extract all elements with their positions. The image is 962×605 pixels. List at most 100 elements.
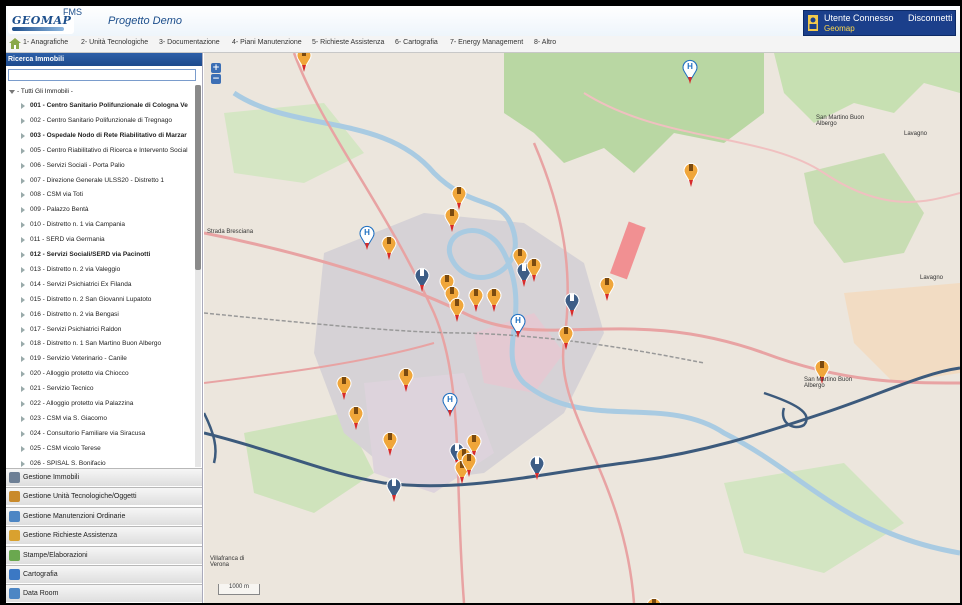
tree-item[interactable]: 012 - Servizi Sociali/SERD via Pacinotti — [6, 248, 194, 262]
accordion-item[interactable]: Cartografia — [6, 565, 202, 583]
expand-arrow-icon[interactable] — [21, 147, 25, 154]
tree-item[interactable]: 015 - Distretto n. 2 San Giovanni Lupato… — [6, 293, 194, 307]
tree-item[interactable]: 002 - Centro Sanitario Polifunzionale di… — [6, 114, 194, 128]
tree-item[interactable]: 014 - Servizi Psichiatrici Ex Filanda — [6, 278, 194, 292]
tree-item[interactable]: 025 - CSM vicolo Terese — [6, 442, 194, 456]
tree-item-label: 024 - Consultorio Familiare via Siracusa — [30, 429, 146, 437]
tree-item-label: 025 - CSM vicolo Terese — [30, 444, 101, 452]
tree-item-label: 005 - Centro Riabilitativo di Ricerca e … — [30, 146, 188, 154]
map-view[interactable]: H H H H + − 1000 m San Martino Buon Albergo… — [204, 53, 960, 603]
menu-unita-tecnologiche[interactable]: 2- Unità Tecnologiche — [81, 39, 148, 46]
tree-item[interactable]: 016 - Distretto n. 2 via Bengasi — [6, 308, 194, 322]
map-label-villafranca: Villafranca di Verona — [210, 556, 245, 568]
expand-arrow-icon[interactable] — [21, 281, 25, 288]
expand-arrow-icon[interactable] — [21, 415, 25, 422]
logout-button[interactable]: Disconnetti — [908, 13, 953, 23]
expand-arrow-icon[interactable] — [21, 326, 25, 333]
tree-item-label: 014 - Servizi Psichiatrici Ex Filanda — [30, 280, 132, 288]
tree-item-label: 001 - Centro Sanitario Polifunzionale di… — [30, 102, 188, 109]
menu-cartografia[interactable]: 6- Cartografia — [395, 39, 438, 46]
menu-anagrafiche[interactable]: 1- Anagrafiche — [23, 39, 68, 46]
tree-item[interactable]: 011 - SERD via Germania — [6, 233, 194, 247]
tree-item-label: 012 - Servizi Sociali/SERD via Pacinotti — [30, 251, 151, 258]
expand-arrow-icon[interactable] — [21, 222, 25, 229]
tree-item[interactable]: 020 - Alloggio protetto via Chiocco — [6, 367, 194, 381]
tree-root[interactable]: - Tutti Gli Immobili - — [6, 85, 194, 99]
tree-item[interactable]: 003 - Ospedale Nodo di Rete Riabilitativ… — [6, 129, 194, 143]
tree-item-label: 007 - Direzione Generale ULSS20 - Distre… — [30, 176, 165, 184]
tree-item[interactable]: 007 - Direzione Generale ULSS20 - Distre… — [6, 174, 194, 188]
menu-altro[interactable]: 8- Altro — [534, 39, 556, 46]
accordion-item-label: Cartografia — [23, 571, 58, 578]
tree-root-label: - Tutti Gli Immobili - — [17, 88, 73, 95]
expand-arrow-icon[interactable] — [21, 341, 25, 348]
menu-richieste-assistenza[interactable]: 5- Richieste Assistenza — [312, 39, 384, 46]
search-input[interactable] — [8, 69, 196, 81]
tree-item[interactable]: 019 - Servizio Veterinario - Canile — [6, 352, 194, 366]
map-label-lavagno-east: Lavagno — [920, 275, 944, 281]
expand-arrow-icon[interactable] — [21, 296, 25, 303]
panel-title-text: Ricerca Immobili — [8, 56, 65, 63]
building-icon — [9, 472, 20, 483]
tree-item[interactable]: 006 - Servizi Sociali - Porta Palio — [6, 159, 194, 173]
expand-arrow-icon[interactable] — [21, 192, 25, 199]
expand-arrow-icon[interactable] — [21, 430, 25, 437]
scrollbar-thumb[interactable] — [195, 85, 201, 270]
svg-text:H: H — [515, 316, 521, 325]
accordion-item[interactable]: Gestione Richieste Assistenza — [6, 526, 202, 545]
expand-arrow-icon[interactable] — [21, 266, 25, 273]
expand-arrow-icon[interactable] — [9, 90, 15, 94]
tree-item[interactable]: 009 - Palazzo Bentà — [6, 203, 194, 217]
accordion-item-label: Gestione Unità Tecnologiche/Oggetti — [23, 493, 137, 501]
zoom-in-button[interactable]: + — [211, 63, 221, 73]
panel-title: Ricerca Immobili — [6, 53, 202, 66]
expand-arrow-icon[interactable] — [21, 237, 25, 244]
map-scale: 1000 m — [218, 584, 260, 595]
expand-arrow-icon[interactable] — [21, 162, 25, 169]
expand-arrow-icon[interactable] — [21, 252, 25, 258]
tree-item[interactable]: 021 - Servizio Tecnico — [6, 382, 194, 396]
accordion-item[interactable]: Stampe/Elaborazioni — [6, 545, 202, 564]
menu-documentazione[interactable]: 3- Documentazione — [159, 39, 220, 46]
tree-item[interactable]: 013 - Distretto n. 2 via Valeggio — [6, 263, 194, 277]
tree-item-label: 020 - Alloggio protetto via Chiocco — [30, 370, 129, 378]
accordion-item[interactable]: Data Room — [6, 584, 202, 603]
expand-arrow-icon[interactable] — [21, 132, 25, 139]
menu-piani-manutenzione[interactable]: 4- Piani Manutenzione — [232, 39, 302, 46]
tree-item[interactable]: 023 - CSM via S. Giacomo — [6, 412, 194, 426]
expand-arrow-icon[interactable] — [21, 445, 25, 452]
tree-item-label: 013 - Distretto n. 2 via Valeggio — [30, 265, 121, 273]
tree-item[interactable]: 005 - Centro Riabilitativo di Ricerca e … — [6, 144, 194, 158]
expand-arrow-icon[interactable] — [21, 207, 25, 214]
accordion-item[interactable]: Gestione Unità Tecnologiche/Oggetti — [6, 487, 202, 506]
tree-item[interactable]: 018 - Distretto n. 1 San Martino Buon Al… — [6, 337, 194, 351]
accordion-item[interactable]: Gestione Manutenzioni Ordinarie — [6, 506, 202, 525]
tree-item[interactable]: 017 - Servizi Psichiatrici Raldon — [6, 323, 194, 337]
tree-item[interactable]: 001 - Centro Sanitario Polifunzionale di… — [6, 99, 194, 113]
tree-item-label: 023 - CSM via S. Giacomo — [30, 414, 107, 422]
home-icon[interactable] — [9, 38, 21, 49]
tree-item[interactable]: 010 - Distretto n. 1 via Campania — [6, 218, 194, 232]
expand-arrow-icon[interactable] — [21, 311, 25, 318]
user-label: Utente Connesso — [824, 13, 894, 23]
tree-scrollbar[interactable] — [195, 85, 201, 467]
tree-item[interactable]: 024 - Consultorio Familiare via Siracusa — [6, 427, 194, 441]
property-tree: - Tutti Gli Immobili - 001 - Centro Sani… — [6, 85, 194, 467]
expand-arrow-icon[interactable] — [21, 401, 25, 407]
tree-item[interactable]: 022 - Alloggio protetto via Palazzina — [6, 397, 194, 411]
expand-arrow-icon[interactable] — [21, 103, 25, 109]
tree-item[interactable]: 026 - SPISAL S. Bonifacio — [6, 457, 194, 467]
expand-arrow-icon[interactable] — [21, 356, 25, 363]
expand-arrow-icon[interactable] — [21, 386, 25, 393]
expand-arrow-icon[interactable] — [21, 371, 25, 378]
expand-arrow-icon[interactable] — [21, 177, 25, 184]
zoom-out-button[interactable]: − — [211, 74, 221, 84]
expand-arrow-icon[interactable] — [21, 460, 25, 467]
calendar-icon — [9, 510, 20, 522]
sidebar: Ricerca Immobili - Tutti Gli Immobili - … — [6, 53, 203, 603]
accordion-item[interactable]: Gestione Immobili — [6, 468, 202, 486]
menu-energy-management[interactable]: 7- Energy Management — [450, 39, 523, 46]
map-canvas[interactable]: H H H H — [204, 53, 960, 603]
expand-arrow-icon[interactable] — [21, 117, 25, 124]
tree-item[interactable]: 008 - CSM via Toti — [6, 188, 194, 202]
